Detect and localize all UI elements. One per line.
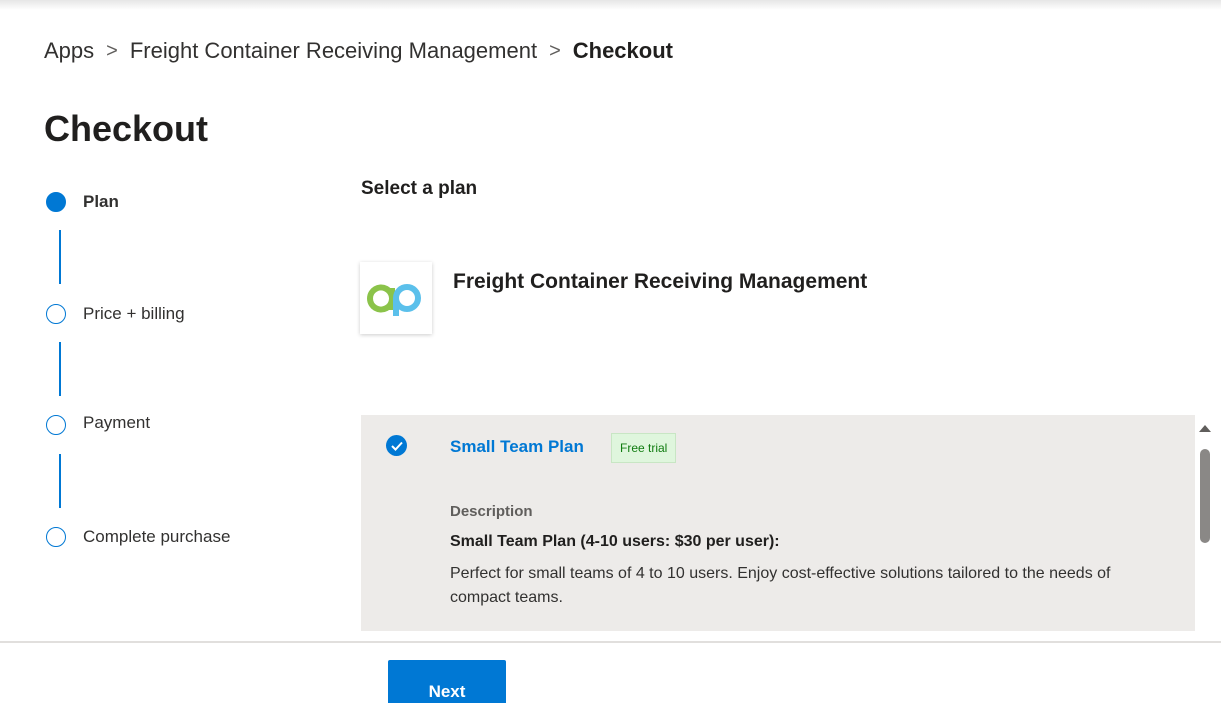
caret-up-icon[interactable]: [1199, 425, 1211, 432]
app-name: Freight Container Receiving Management: [453, 270, 868, 293]
top-shadow: [0, 0, 1221, 10]
step-payment-label: Payment: [83, 413, 151, 432]
step-payment-indicator-icon: [46, 415, 66, 435]
next-button[interactable]: Next: [388, 660, 506, 703]
step-price-billing-label: Price + billing: [83, 304, 185, 323]
section-title: Select a plan: [361, 178, 478, 199]
step-payment[interactable]: Payment: [46, 413, 151, 435]
footer-divider: [0, 641, 1221, 643]
breadcrumb-current: Checkout: [572, 38, 673, 63]
step-complete-purchase-indicator-icon: [46, 527, 66, 547]
step-price-billing-indicator-icon: [46, 304, 66, 324]
plan-name-link[interactable]: Small Team Plan: [450, 437, 584, 457]
scrollbar-thumb[interactable]: [1200, 449, 1210, 543]
step-connector: [59, 230, 61, 284]
step-complete-purchase-label: Complete purchase: [83, 527, 231, 546]
step-plan-indicator-icon: [46, 192, 66, 212]
breadcrumb: Apps > Freight Container Receiving Manag…: [44, 38, 673, 64]
breadcrumb-separator: >: [549, 39, 561, 62]
page-title: Checkout: [44, 108, 209, 149]
breadcrumb-app-link[interactable]: Freight Container Receiving Management: [130, 38, 537, 64]
plan-card-small-team[interactable]: Small Team Plan Free trial Description S…: [361, 415, 1195, 631]
step-connector: [59, 342, 61, 396]
description-label: Description: [450, 503, 533, 520]
step-connector: [59, 454, 61, 508]
step-complete-purchase[interactable]: Complete purchase: [46, 527, 230, 547]
step-plan[interactable]: Plan: [46, 192, 119, 212]
step-plan-label: Plan: [83, 192, 119, 211]
app-logo-icon: [360, 262, 432, 334]
description-title: Small Team Plan (4-10 users: $30 per use…: [450, 533, 780, 550]
checkmark-circle-icon[interactable]: [386, 435, 407, 456]
free-trial-badge: Free trial: [611, 433, 677, 463]
breadcrumb-separator: >: [106, 39, 118, 62]
description-text: Perfect for small teams of 4 to 10 users…: [450, 565, 1111, 606]
step-price-billing[interactable]: Price + billing: [46, 304, 185, 324]
breadcrumb-apps-link[interactable]: Apps: [44, 38, 94, 64]
